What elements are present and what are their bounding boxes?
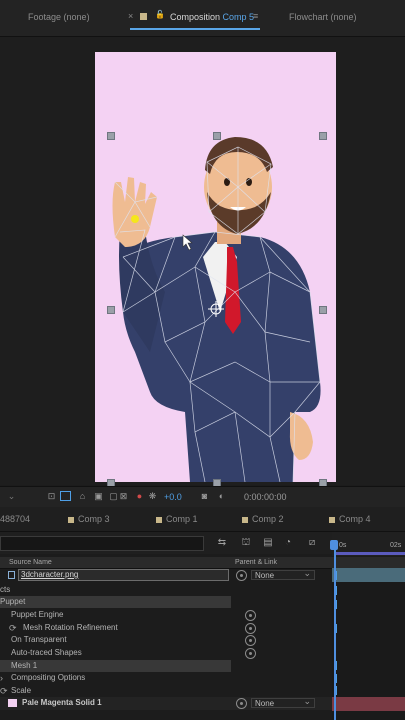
- stopwatch-icon[interactable]: ⟳: [9, 622, 17, 634]
- layer-name: 3dcharacter.png: [21, 570, 79, 579]
- auto-traced-row[interactable]: Auto-traced Shapes: [0, 647, 332, 659]
- snapshot-toggle-icon[interactable]: ⊠: [118, 491, 129, 501]
- pick-whip-icon[interactable]: [245, 610, 256, 621]
- exposure-reset-icon[interactable]: ❋: [147, 491, 158, 501]
- camera-icon[interactable]: ◙: [199, 491, 210, 501]
- timeline-tab-comp-4[interactable]: Comp 4: [329, 514, 371, 524]
- puppet-row[interactable]: Puppet: [0, 596, 231, 608]
- mesh-rotation-label: Mesh Rotation Refinement: [23, 623, 118, 632]
- pick-whip-icon[interactable]: [236, 570, 247, 581]
- guides-icon[interactable]: ▣: [93, 491, 104, 501]
- ruler-label-start: 0s: [339, 542, 347, 549]
- lower-hand-shape: [289, 412, 313, 460]
- pick-whip-icon[interactable]: [245, 623, 256, 634]
- playhead[interactable]: [334, 540, 336, 720]
- left-eye-shape: [224, 178, 230, 186]
- effects-row[interactable]: cts: [0, 584, 332, 596]
- shy-layers-icon[interactable]: ⛫: [240, 537, 252, 548]
- mesh-1-label: Mesh 1: [11, 661, 38, 670]
- expand-icon[interactable]: ›: [0, 672, 3, 684]
- mask-visibility-icon[interactable]: ⌂: [77, 491, 88, 501]
- on-transparent-row[interactable]: On Transparent: [0, 634, 332, 646]
- viewer-toolbar: ⌄ ⊡ ⌂ ▣ ▢ ⊠ ● ❋ +0.0 ◙ ◐ 0:00:00:00: [0, 486, 405, 508]
- layer-row-pale-magenta-solid[interactable]: Pale Magenta Solid 1 None: [0, 696, 332, 710]
- pick-whip-icon[interactable]: [245, 648, 256, 659]
- composition-name: Comp 5: [222, 12, 255, 22]
- solid-layer-bar[interactable]: [332, 697, 405, 711]
- parent-dropdown[interactable]: None: [251, 696, 315, 708]
- tab-flowchart-value: (none): [330, 12, 357, 22]
- playhead-handle[interactable]: [330, 540, 338, 550]
- tab-composition-label: Composition: [170, 12, 221, 22]
- puppet-engine-row[interactable]: Puppet Engine: [0, 609, 332, 621]
- timeline-tab-label: Comp 2: [252, 514, 284, 524]
- panel-tab-bar: Footage (none) × 🔓 Composition Comp 5 ≡ …: [0, 0, 405, 37]
- timeline-tab-comp-2[interactable]: Comp 2: [242, 514, 284, 524]
- draft-3d-icon[interactable]: ⇆: [216, 537, 228, 548]
- channel-icon[interactable]: ●: [134, 491, 145, 501]
- mesh-1-row[interactable]: Mesh 1: [0, 660, 231, 672]
- character-figure[interactable]: [95, 52, 336, 482]
- parent-link-header[interactable]: Parent & Link: [235, 559, 277, 566]
- on-transparent-label: On Transparent: [11, 635, 67, 644]
- timeline-tab-comp-1[interactable]: Comp 1: [156, 514, 198, 524]
- viewer-timecode[interactable]: 0:00:00:00: [244, 492, 287, 502]
- scale-row[interactable]: ⟳ Scale: [0, 685, 332, 697]
- panel-menu-icon[interactable]: ≡: [253, 11, 258, 21]
- mesh-rotation-row[interactable]: ⟳ Mesh Rotation Refinement: [0, 622, 332, 634]
- timeline-search-input[interactable]: [0, 536, 204, 551]
- graph-editor-icon[interactable]: ⧄: [306, 537, 318, 548]
- timeline-tab-label: Comp 3: [78, 514, 110, 524]
- tab-footage[interactable]: Footage (none): [28, 12, 90, 22]
- effects-label: cts: [0, 585, 11, 594]
- frame-blending-icon[interactable]: ▤: [262, 537, 274, 548]
- tab-footage-label: Footage: [28, 12, 62, 22]
- footage-icon: [8, 571, 15, 579]
- lock-icon[interactable]: 🔓: [155, 10, 165, 19]
- pick-whip-icon[interactable]: [245, 635, 256, 646]
- source-name-header[interactable]: Source Name: [9, 559, 52, 566]
- active-tab-underline: [130, 28, 260, 30]
- parent-dropdown[interactable]: None: [251, 568, 315, 580]
- auto-traced-label: Auto-traced Shapes: [11, 648, 82, 657]
- ruler-label-end: 02s: [390, 542, 402, 549]
- work-area-bar[interactable]: [334, 552, 405, 555]
- layer-bar[interactable]: [332, 568, 405, 582]
- transparency-grid-icon[interactable]: [60, 491, 71, 501]
- timeline-tab-partial[interactable]: 488704: [0, 514, 30, 524]
- puppet-engine-label: Puppet Engine: [11, 610, 64, 619]
- tab-composition[interactable]: Composition Comp 5: [170, 12, 254, 22]
- tab-footage-value: (none): [63, 12, 90, 22]
- close-icon[interactable]: ×: [128, 11, 133, 21]
- compositing-options-label: Compositing Options: [11, 673, 86, 682]
- tab-flowchart-label: Flowchart: [289, 12, 329, 22]
- puppet-label: Puppet: [0, 597, 26, 606]
- pick-whip-icon[interactable]: [236, 698, 247, 709]
- magnification-menu-icon[interactable]: ⌄: [6, 491, 17, 501]
- timeline-tab-comp-3[interactable]: Comp 3: [68, 514, 110, 524]
- timeline-tab-bar: 488704 Comp 3 Comp 1 Comp 2 Comp 4: [0, 507, 405, 532]
- layer-row-3dcharacter[interactable]: 3dcharacter.png None: [0, 568, 332, 582]
- layer-name: Pale Magenta Solid 1: [22, 698, 102, 707]
- solid-color-swatch: [8, 699, 17, 707]
- raised-hand-shape: [112, 177, 157, 247]
- puppet-pin[interactable]: [131, 215, 139, 223]
- exposure-value[interactable]: +0.0: [164, 492, 182, 502]
- compositing-options-row[interactable]: › Compositing Options: [0, 672, 332, 684]
- scale-label: Scale: [11, 686, 32, 695]
- timeline-tab-label: Comp 1: [166, 514, 198, 524]
- composition-canvas[interactable]: [95, 52, 336, 482]
- motion-blur-icon[interactable]: ◔: [282, 537, 294, 548]
- tab-flowchart[interactable]: Flowchart (none): [289, 12, 357, 22]
- stopwatch-icon[interactable]: ⟳: [0, 685, 8, 697]
- swatch-icon: [140, 11, 151, 21]
- show-snapshot-icon[interactable]: ◐: [216, 491, 227, 501]
- region-of-interest-icon[interactable]: ⊡: [46, 491, 57, 501]
- timeline-tab-label: Comp 4: [339, 514, 371, 524]
